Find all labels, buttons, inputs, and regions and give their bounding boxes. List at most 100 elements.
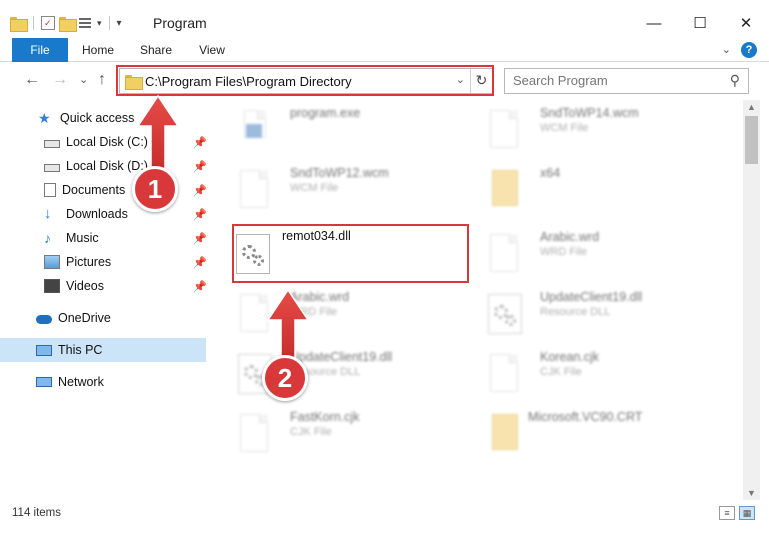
file-icon xyxy=(482,106,518,148)
maximize-button[interactable]: ☐ xyxy=(677,8,723,38)
ribbon-tabs: File Home Share View ⌄ ? xyxy=(0,38,769,62)
folder-icon xyxy=(482,166,518,208)
file-icon xyxy=(232,410,268,452)
file-name: Microsoft.VC90.CRT xyxy=(528,410,643,424)
customize-toolbar-icon[interactable] xyxy=(79,16,93,30)
documents-icon xyxy=(44,183,56,197)
new-folder-icon[interactable] xyxy=(59,16,77,32)
pin-icon[interactable]: 📌 xyxy=(193,136,207,149)
sidebar-item-label: Downloads xyxy=(66,207,128,221)
sidebar-item-music[interactable]: ♪ Music xyxy=(44,226,99,250)
scroll-down-icon[interactable]: ▼ xyxy=(747,488,756,498)
up-button[interactable]: ↑ xyxy=(98,71,106,89)
back-button[interactable]: ← xyxy=(24,71,40,89)
download-icon: ↓ xyxy=(44,205,52,222)
title-bar: ✓ ▾ ▾ Program — ☐ ✕ xyxy=(0,0,769,38)
list-item[interactable]: UpdateClient19.dll Resource DLL xyxy=(472,284,702,340)
list-item[interactable]: SndToWP12.wcm WCM File xyxy=(222,160,452,216)
folder-icon xyxy=(482,410,518,452)
tab-home[interactable]: Home xyxy=(72,38,124,62)
file-icon xyxy=(232,290,268,332)
pin-icon[interactable]: 📌 xyxy=(193,160,207,173)
sidebar-item-local-disk-c[interactable]: Local Disk (C:) xyxy=(44,130,148,154)
list-item[interactable]: x64 xyxy=(472,160,702,216)
forward-button[interactable]: → xyxy=(52,71,68,89)
pin-icon[interactable]: 📌 xyxy=(193,256,207,269)
divider xyxy=(108,16,110,30)
vertical-scrollbar[interactable]: ▲ ▼ xyxy=(743,100,760,500)
qat-dropdown-icon[interactable]: ▾ xyxy=(117,18,122,29)
list-item[interactable]: UpdateClient19.dll Resource DLL xyxy=(222,344,452,400)
computer-icon xyxy=(36,344,52,356)
file-name: UpdateClient19.dll xyxy=(290,350,393,364)
pin-icon[interactable]: 📌 xyxy=(193,208,207,221)
tab-share[interactable]: Share xyxy=(130,38,182,62)
search-input[interactable] xyxy=(513,73,723,88)
search-box[interactable]: ⚲ xyxy=(504,68,749,94)
sidebar-item-label: Music xyxy=(66,231,99,245)
file-type: Resource DLL xyxy=(540,306,611,318)
tab-file[interactable]: File xyxy=(12,38,68,62)
file-type: WCM File xyxy=(540,122,589,134)
file-name: FastKorn.cjk xyxy=(290,410,360,424)
sidebar-item-label: Local Disk (D:) xyxy=(66,159,148,173)
sidebar-item-pictures[interactable]: Pictures xyxy=(44,250,111,274)
pin-icon[interactable]: 📌 xyxy=(193,184,207,197)
scroll-thumb[interactable] xyxy=(745,116,758,164)
close-button[interactable]: ✕ xyxy=(723,8,769,38)
file-type: CJK File xyxy=(290,426,332,438)
drive-icon xyxy=(44,164,60,172)
properties-icon[interactable]: ✓ xyxy=(41,16,55,30)
list-item[interactable]: Korean.cjk CJK File xyxy=(472,344,702,400)
pictures-icon xyxy=(44,255,60,269)
file-type: WRD File xyxy=(290,306,338,318)
sidebar-item-label: Local Disk (C:) xyxy=(66,135,148,149)
divider xyxy=(33,16,34,30)
expand-ribbon-icon[interactable]: ⌄ xyxy=(722,43,731,56)
sidebar-item-documents[interactable]: Documents xyxy=(44,178,125,202)
sidebar-item-quick-access[interactable]: ★ Quick access xyxy=(38,106,134,130)
details-view-icon[interactable]: ≡ xyxy=(719,506,735,520)
sidebar-item-this-pc[interactable]: This PC xyxy=(0,338,206,362)
scroll-up-icon[interactable]: ▲ xyxy=(747,102,756,112)
minimize-button[interactable]: — xyxy=(631,8,677,38)
tab-view[interactable]: View xyxy=(188,38,236,62)
sidebar-item-label: This PC xyxy=(58,343,103,357)
file-type: WCM File xyxy=(290,182,339,194)
list-item[interactable]: SndToWP14.wcm WCM File xyxy=(472,100,702,156)
folder-icon xyxy=(10,16,28,32)
file-name: Arabic.wrd xyxy=(290,290,350,304)
list-item[interactable]: Microsoft.VC90.CRT xyxy=(472,404,702,460)
chevron-down-icon[interactable]: ▾ xyxy=(97,18,102,29)
file-name: SndToWP14.wcm xyxy=(540,106,639,120)
large-icons-view-icon[interactable]: ▦ xyxy=(739,506,755,520)
list-item[interactable]: Arabic.wrd WRD File xyxy=(472,224,702,280)
item-count: 114 items xyxy=(12,507,62,519)
sidebar-item-label: Documents xyxy=(62,183,126,197)
dll-gear-icon xyxy=(232,350,272,394)
window-controls: — ☐ ✕ xyxy=(631,8,769,38)
sidebar-item-videos[interactable]: Videos xyxy=(44,274,104,298)
file-explorer-window: ✓ ▾ ▾ Program — ☐ ✕ File Home Share View… xyxy=(0,0,769,540)
sidebar-item-network[interactable]: Network xyxy=(36,370,104,394)
list-item[interactable]: FastKorn.cjk CJK File xyxy=(222,404,452,460)
quick-access-toolbar: ✓ ▾ ▾ xyxy=(10,12,122,34)
music-icon: ♪ xyxy=(44,230,51,246)
sidebar-item-downloads[interactable]: ↓ Downloads xyxy=(44,202,128,226)
list-item[interactable]: program.exe xyxy=(222,100,452,156)
pin-icon[interactable]: 📌 xyxy=(193,232,207,245)
recent-locations-button[interactable]: ⌄ xyxy=(79,73,88,86)
sidebar-item-onedrive[interactable]: OneDrive xyxy=(36,306,111,330)
pin-icon[interactable]: 📌 xyxy=(193,280,207,293)
status-bar: 114 items ≡ ▦ xyxy=(0,503,769,525)
videos-icon xyxy=(44,279,60,293)
search-icon[interactable]: ⚲ xyxy=(730,72,740,89)
help-icon[interactable]: ? xyxy=(741,42,757,58)
sidebar-item-local-disk-d[interactable]: Local Disk (D:) xyxy=(44,154,148,178)
sidebar-item-label: OneDrive xyxy=(58,311,111,325)
file-icon xyxy=(232,166,268,208)
step-2-badge: 2 xyxy=(262,355,308,401)
cloud-icon xyxy=(36,315,52,324)
list-item[interactable]: Arabic.wrd WRD File xyxy=(222,284,452,340)
file-name: x64 xyxy=(540,166,561,180)
